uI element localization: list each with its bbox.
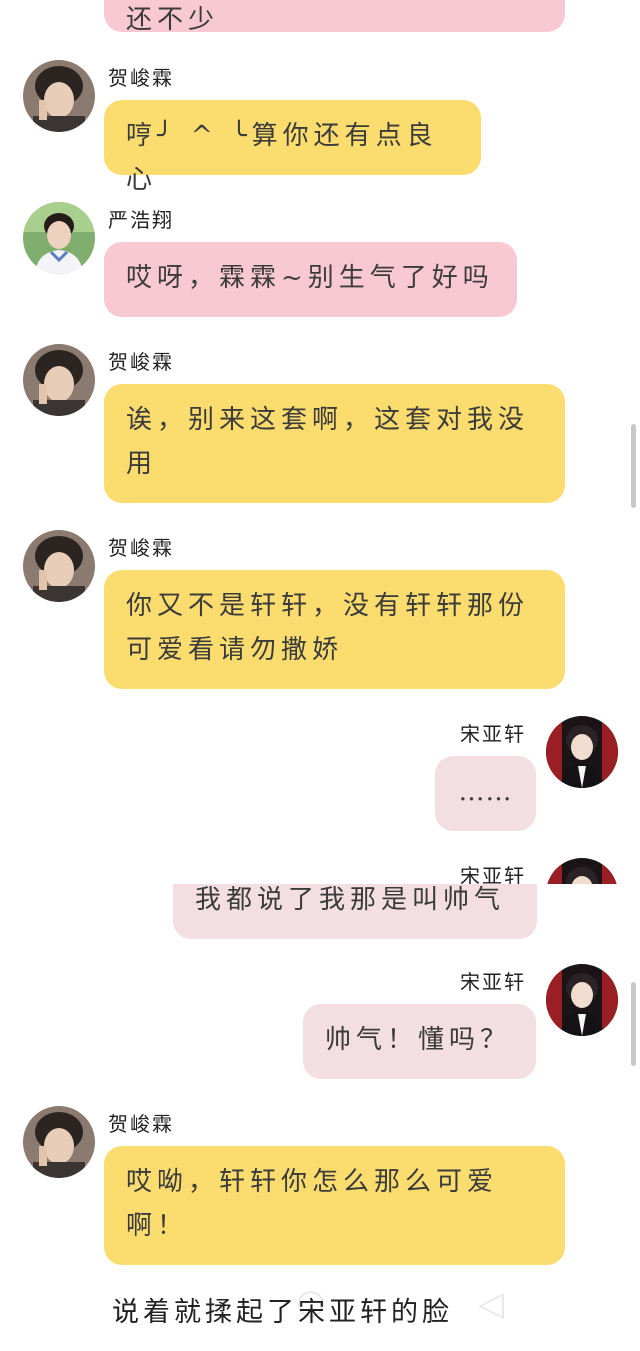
- message-bubble[interactable]: 哼╯ ^ ╰算你还有点良心: [104, 100, 481, 195]
- avatar-yan-haoxiang[interactable]: [23, 202, 95, 274]
- sender-name: 贺峻霖: [108, 536, 174, 560]
- sender-name: 贺峻霖: [108, 350, 174, 374]
- message-bubble[interactable]: 你又不是轩轩，没有轩轩那份可爱看请勿撒娇: [104, 570, 565, 689]
- chat-area: 还不少 贺峻霖 哼╯ ^ ╰算你还有点良心 严浩翔 哎呀，霖霖~别生气了好吗 贺…: [0, 0, 640, 1351]
- sender-name: 贺峻霖: [108, 1112, 174, 1136]
- sender-name: 宋亚轩: [460, 864, 526, 884]
- message-bubble-partial: 还不少: [104, 0, 565, 35]
- narration-text: 说着就揉起了宋亚轩的脸: [112, 1297, 453, 1328]
- avatar-he-junlin[interactable]: [23, 60, 95, 132]
- message-bubble[interactable]: 我都说了我那是叫帅气: [173, 884, 537, 939]
- message-text: 哼╯ ^ ╰算你还有点良心: [126, 121, 438, 195]
- message-bubble[interactable]: 帅气！懂吗？: [303, 1004, 536, 1079]
- message-text: 诶，别来这套啊，这套对我没用: [126, 405, 530, 479]
- message-bubble[interactable]: 哎呦，轩轩你怎么那么可爱啊！: [104, 1146, 565, 1265]
- scrollbar-thumb[interactable]: [631, 982, 636, 1066]
- cropped-bubble-area: 我都说了我那是叫帅气: [0, 884, 640, 940]
- scrollbar-thumb[interactable]: [631, 424, 636, 508]
- avatar-song-yaxuan[interactable]: [546, 858, 618, 884]
- sender-name: 宋亚轩: [460, 970, 526, 994]
- avatar-he-junlin[interactable]: [23, 1106, 95, 1178]
- triangle-left-icon: ◁: [478, 1284, 505, 1324]
- message-text: ……: [458, 777, 513, 807]
- avatar-song-yaxuan[interactable]: [546, 964, 618, 1036]
- avatar-song-yaxuan[interactable]: [546, 716, 618, 788]
- message-text: 哎呀，霖霖~别生气了好吗: [126, 263, 494, 293]
- message-bubble[interactable]: ……: [435, 756, 536, 831]
- avatar-he-junlin[interactable]: [23, 344, 95, 416]
- message-text: 还不少: [126, 5, 220, 35]
- message-text: 帅气！懂吗？: [325, 1025, 512, 1055]
- message-text: 你又不是轩轩，没有轩轩那份可爱看请勿撒娇: [126, 591, 530, 665]
- sender-name: 宋亚轩: [460, 722, 526, 746]
- message-bubble[interactable]: 诶，别来这套啊，这套对我没用: [104, 384, 565, 503]
- avatar-he-junlin[interactable]: [23, 530, 95, 602]
- message-text: 我都说了我那是叫帅气: [195, 885, 506, 915]
- sender-name: 严浩翔: [108, 208, 174, 232]
- cropped-header: 宋亚轩: [0, 856, 640, 884]
- message-text: 哎呦，轩轩你怎么那么可爱啊！: [126, 1167, 499, 1241]
- sender-name: 贺峻霖: [108, 66, 174, 90]
- message-bubble[interactable]: 哎呀，霖霖~别生气了好吗: [104, 242, 517, 317]
